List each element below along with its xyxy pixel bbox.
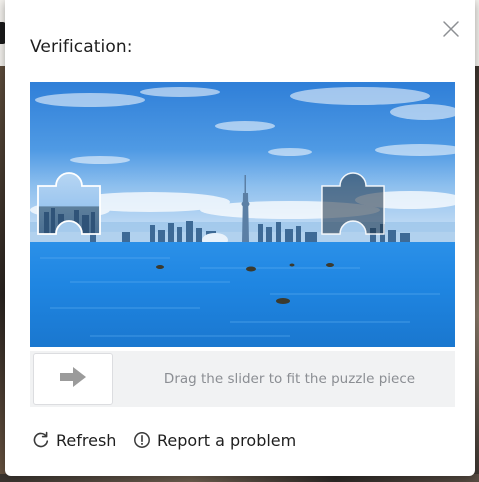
close-icon (441, 19, 461, 39)
refresh-icon (32, 431, 50, 449)
puzzle-target-slot-icon (322, 172, 384, 234)
alert-circle-icon (133, 431, 151, 449)
slider-handle[interactable] (33, 353, 113, 405)
puzzle-piece-icon (38, 172, 100, 234)
captcha-slider-track: Drag the slider to fit the puzzle piece (30, 351, 455, 407)
refresh-label: Refresh (56, 430, 117, 450)
verification-dialog: Verification: Drag the slider to fit the… (5, 0, 475, 476)
report-problem-label: Report a problem (157, 430, 297, 450)
backdrop-image-right (475, 66, 479, 482)
dialog-title: Verification: (30, 37, 133, 57)
arrow-right-icon (59, 366, 87, 392)
report-problem-button[interactable]: Report a problem (133, 429, 296, 451)
refresh-button[interactable]: Refresh (32, 429, 116, 451)
close-button[interactable] (441, 19, 461, 39)
slider-hint-text: Drag the slider to fit the puzzle piece (163, 371, 416, 387)
